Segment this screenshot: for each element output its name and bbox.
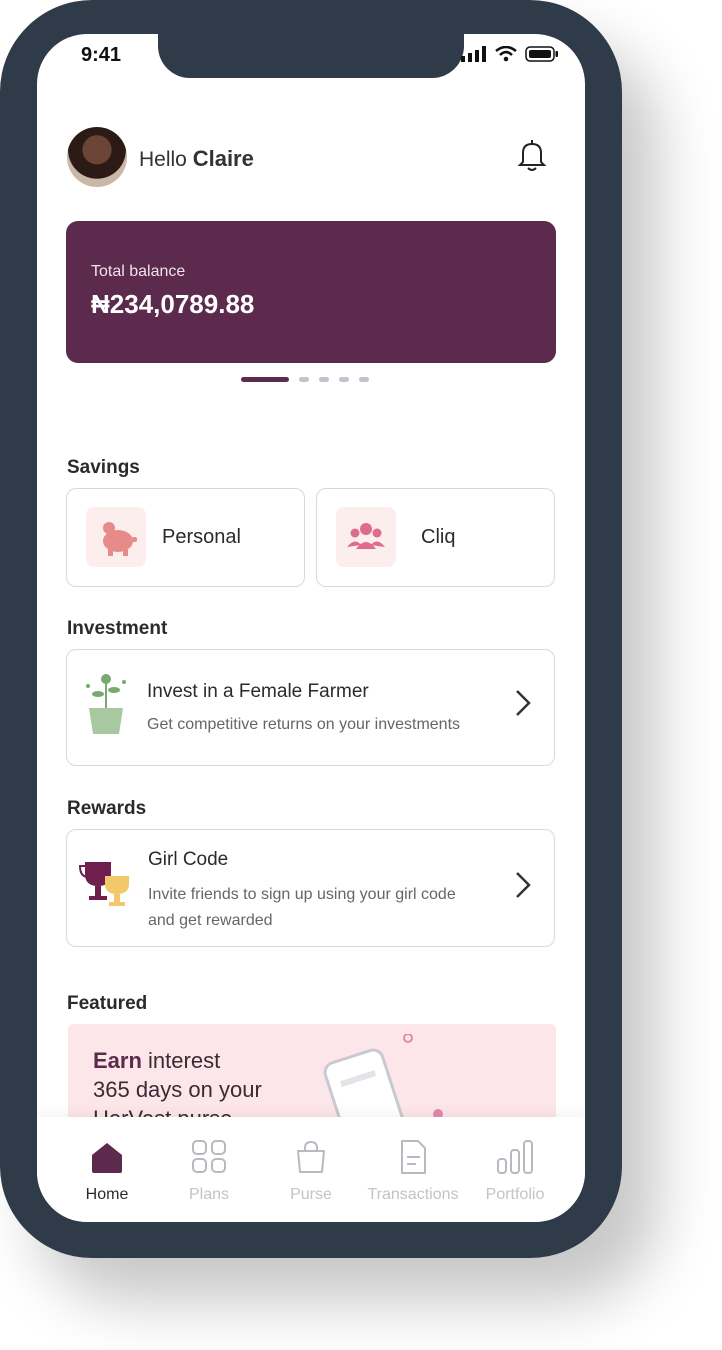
tab-transactions-label: Transactions xyxy=(367,1186,459,1203)
bell-icon[interactable] xyxy=(517,138,547,172)
tab-purse[interactable]: Purse xyxy=(261,1117,361,1222)
greeting: Hello Claire xyxy=(139,146,254,172)
greeting-prefix: Hello xyxy=(139,148,187,171)
bag-icon xyxy=(297,1140,325,1173)
savings-title: Savings xyxy=(67,457,140,478)
invest-title: Invest in a Female Farmer xyxy=(147,681,369,702)
home-icon xyxy=(92,1143,122,1173)
status-icons xyxy=(461,46,559,62)
carousel-dot[interactable] xyxy=(339,377,349,382)
document-icon xyxy=(401,1140,426,1174)
signal-icon xyxy=(461,46,486,62)
avatar[interactable] xyxy=(67,127,127,187)
piggy-bank-icon-tile xyxy=(86,507,146,567)
featured-bold: Earn xyxy=(93,1048,142,1073)
tab-plans-label: Plans xyxy=(188,1186,230,1203)
girl-code-title: Girl Code xyxy=(148,849,229,870)
invest-female-farmer-card[interactable]: Invest in a Female Farmer Get competitiv… xyxy=(66,649,555,766)
bottom-tab-bar: Home Plans Purse Transactions Portfolio xyxy=(37,1117,585,1222)
tab-plans[interactable]: Plans xyxy=(159,1117,259,1222)
notch xyxy=(158,34,464,78)
savings-cliq-card[interactable]: Cliq xyxy=(316,488,555,587)
tab-purse-label: Purse xyxy=(290,1186,332,1203)
savings-cliq-label: Cliq xyxy=(421,526,456,548)
status-time: 9:41 xyxy=(81,44,122,66)
bar-chart-icon xyxy=(497,1140,533,1174)
carousel-indicator[interactable] xyxy=(241,377,369,382)
group-icon xyxy=(347,523,385,549)
invest-subtitle: Get competitive returns on your investme… xyxy=(147,716,461,733)
featured-line2: 365 days on your xyxy=(93,1077,262,1102)
savings-personal-label: Personal xyxy=(162,526,241,548)
rewards-title: Rewards xyxy=(67,798,147,819)
phone-frame: 9:41 Hello Claire Total balance ₦234,078… xyxy=(0,0,622,1258)
girl-code-card[interactable]: Girl Code Invite friends to sign up usin… xyxy=(66,829,555,947)
featured-title: Featured xyxy=(67,993,148,1014)
chevron-right-icon xyxy=(516,690,531,716)
tab-home-label: Home xyxy=(85,1186,129,1203)
featured-line1-rest: interest xyxy=(141,1048,221,1073)
carousel-dot[interactable] xyxy=(319,377,329,382)
tab-home[interactable]: Home xyxy=(57,1117,157,1222)
carousel-dot[interactable] xyxy=(241,377,289,382)
user-name: Claire xyxy=(192,146,254,171)
grid-icon xyxy=(192,1140,226,1173)
girl-code-subtitle-line2: and get rewarded xyxy=(148,912,273,929)
investment-title: Investment xyxy=(67,618,168,639)
balance-card[interactable]: Total balance ₦234,0789.88 xyxy=(66,221,556,363)
plant-icon xyxy=(86,674,126,734)
app-screen: 9:41 Hello Claire Total balance ₦234,078… xyxy=(37,34,585,1222)
battery-icon xyxy=(525,46,558,62)
piggy-bank-icon xyxy=(103,522,137,556)
group-icon-tile xyxy=(336,507,396,567)
tab-portfolio-label: Portfolio xyxy=(485,1186,545,1203)
carousel-dot[interactable] xyxy=(359,377,369,382)
girl-code-subtitle: Invite friends to sign up using your gir… xyxy=(148,882,456,934)
carousel-dot[interactable] xyxy=(299,377,309,382)
tab-portfolio[interactable]: Portfolio xyxy=(465,1117,565,1222)
balance-value: ₦234,0789.88 xyxy=(91,289,255,319)
savings-personal-card[interactable]: Personal xyxy=(66,488,305,587)
tab-transactions[interactable]: Transactions xyxy=(363,1117,463,1222)
chevron-right-icon xyxy=(516,872,531,898)
trophy-icon xyxy=(79,862,129,906)
wifi-icon xyxy=(495,46,517,62)
girl-code-subtitle-line1: Invite friends to sign up using your gir… xyxy=(148,886,456,903)
balance-label: Total balance xyxy=(91,263,186,280)
